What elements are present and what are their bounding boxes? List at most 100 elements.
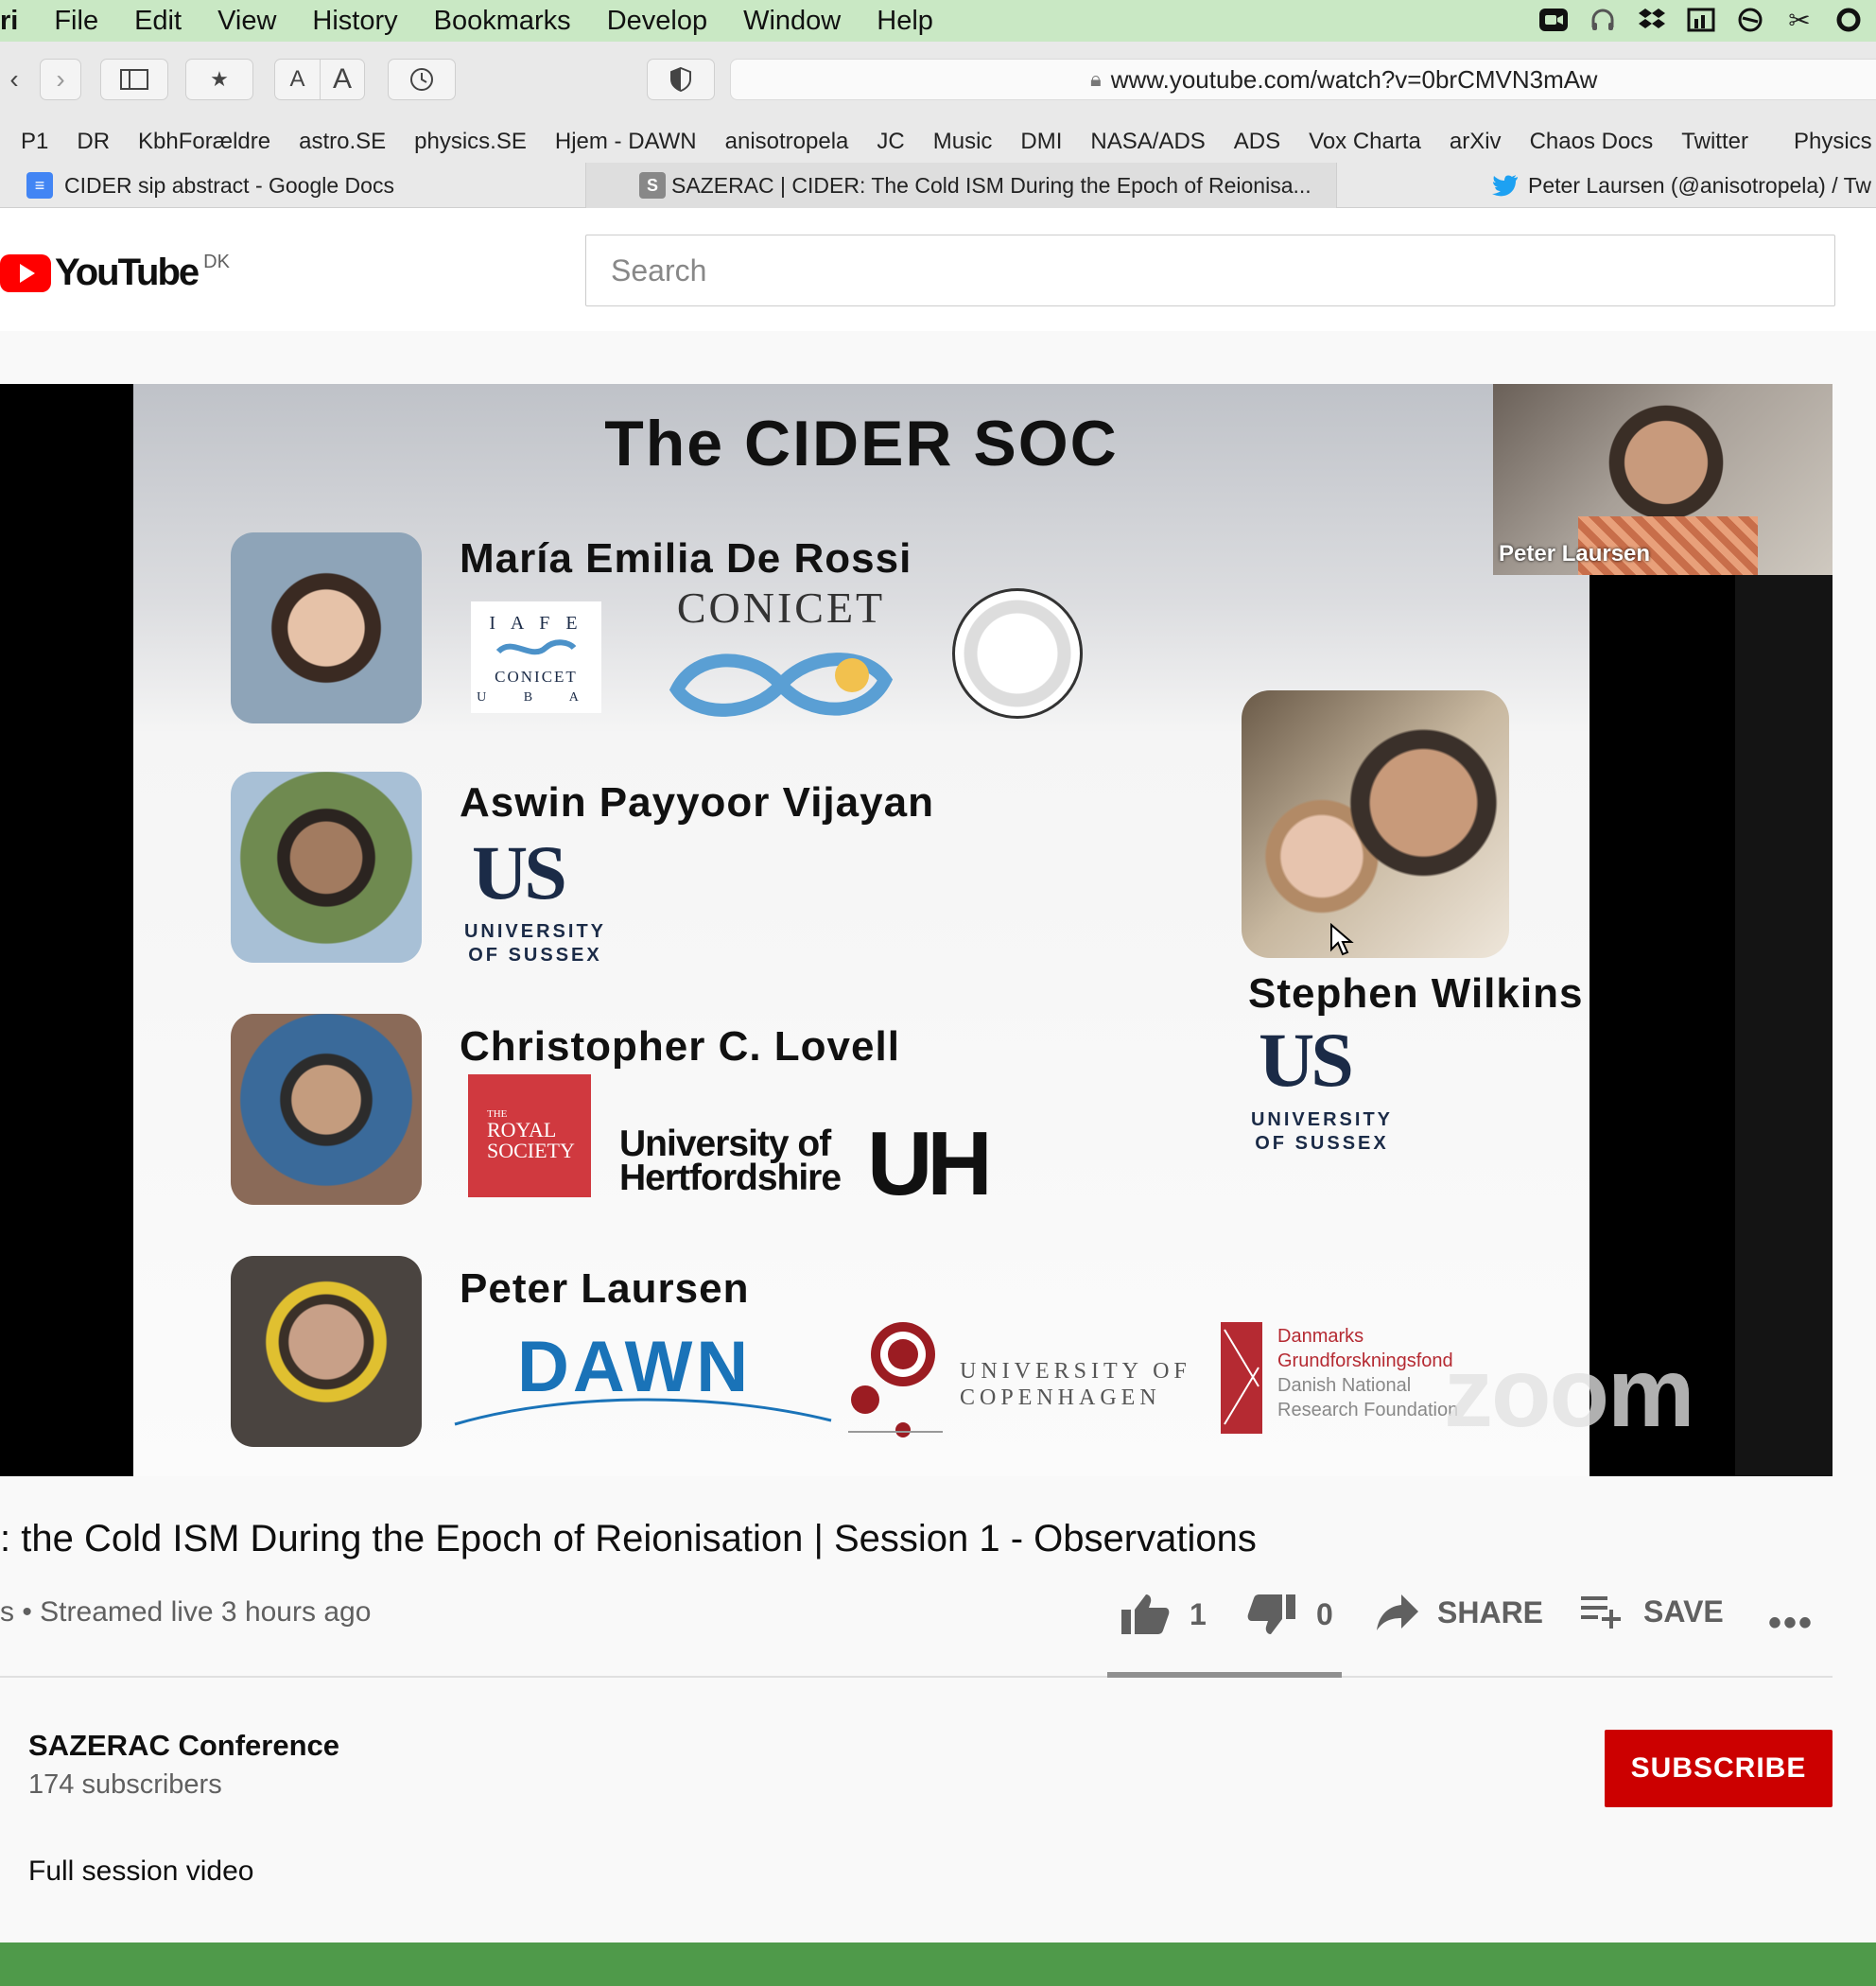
sidebar-button[interactable] [100,59,168,100]
zoom-status-icon[interactable] [1537,4,1570,36]
herts-line-2: Hertfordshire [619,1158,842,1198]
favorite-arxiv[interactable]: arXiv [1450,129,1502,155]
dislike-button[interactable]: 0 [1246,1593,1333,1636]
favorite-astro-se[interactable]: astro.SE [299,129,386,155]
dawn-arc-icon [454,1398,832,1426]
address-bar[interactable]: 🔒︎ www.youtube.com/watch?v=0brCMVN3mAw [730,59,1876,100]
favorite-kbhforaeldre[interactable]: KbhForældre [138,129,270,155]
clock-icon [410,68,433,91]
tab-google-docs[interactable]: ≡ CIDER sip abstract - Google Docs [0,163,586,208]
person-name: María Emilia De Rossi [460,535,912,582]
favorite-twitter[interactable]: Twitter [1681,129,1748,155]
favorite-dmi[interactable]: DMI [1020,129,1062,155]
no-entry-icon[interactable] [1734,4,1766,36]
text-smaller-button[interactable]: A [274,59,320,100]
tab-bar: ≡ CIDER sip abstract - Google Docs S SAZ… [0,163,1876,208]
chevron-left-icon: ‹ [9,64,19,94]
twitter-icon [1492,172,1519,199]
menu-window[interactable]: Window [743,6,841,37]
favorite-jc[interactable]: JC [877,129,904,155]
photo-christopher-c-lovell [231,1014,422,1205]
sync-icon[interactable] [1833,4,1865,36]
dropbox-icon[interactable] [1636,4,1668,36]
more-horizontal-icon: ••• [1768,1602,1815,1644]
more-actions-button[interactable]: ••• [1768,1602,1814,1645]
forward-button[interactable]: › [40,59,81,100]
menu-bookmarks[interactable]: Bookmarks [434,6,571,37]
sussex-logo-mark: US [472,829,567,915]
sussex-logo-mark: US [1259,1017,1354,1103]
like-button[interactable]: 1 [1120,1593,1207,1636]
tab-title: Peter Laursen (@anisotropela) / Tw [1528,172,1871,198]
browser-chrome: ‹ › ★ A A 🔒︎ www.youtube.com/watch?v=0br… [0,42,1876,208]
youtube-wordmark: YouTube [55,252,200,293]
conicet-infinity-icon [669,653,894,717]
history-button[interactable] [388,59,456,100]
tab-sazerac[interactable]: S SAZERAC | CIDER: The Cold ISM During t… [586,163,1337,208]
favorite-ads[interactable]: ADS [1234,129,1280,155]
sussex-line-1: UNIVERSITY [463,921,607,942]
like-count: 1 [1190,1596,1207,1631]
copenhagen-logo: UNIVERSITY OF COPENHAGEN [848,1320,1198,1438]
tab-twitter[interactable]: Peter Laursen (@anisotropela) / Tw [1337,163,1876,208]
save-button[interactable]: SAVE [1579,1593,1724,1630]
video-description: Full session video [28,1855,254,1887]
search-input[interactable]: Search [585,235,1835,306]
channel-name[interactable]: SAZERAC Conference [28,1729,339,1763]
subscribe-button[interactable]: SUBSCRIBE [1605,1730,1833,1807]
menu-help[interactable]: Help [877,6,933,37]
video-player[interactable]: The CIDER SOC María Emilia De Rossi I A … [0,384,1833,1476]
iafe-conicet-text: CONICET [495,668,578,686]
dnrf-line-1: Danmarks [1277,1326,1364,1347]
iafe-uba-text: U B A [477,690,596,705]
sussex-logo-text: UNIVERSITY OF SUSSEX [460,920,611,967]
text-larger-button[interactable]: A [320,59,365,100]
dnrf-line-3: Danish National [1277,1375,1412,1396]
thumbs-down-icon [1247,1594,1295,1634]
video-title: : the Cold ISM During the Epoch of Reion… [0,1518,1257,1559]
favorite-hjem-dawn[interactable]: Hjem - DAWN [555,129,697,155]
favorite-p1[interactable]: P1 [21,129,48,155]
share-button[interactable]: SHARE [1375,1593,1543,1632]
tab-title: SAZERAC | CIDER: The Cold ISM During the… [671,172,1311,198]
privacy-button[interactable] [647,59,715,100]
ucph-line-1: UNIVERSITY OF [960,1359,1191,1384]
favorite-dr[interactable]: DR [77,129,110,155]
menu-view[interactable]: View [217,6,276,37]
scissors-icon[interactable]: ✂ [1783,4,1815,36]
menu-history[interactable]: History [312,6,397,37]
activity-monitor-icon[interactable] [1685,4,1717,36]
google-docs-icon: ≡ [26,172,53,199]
headphones-icon[interactable] [1587,4,1619,36]
person-name: Christopher C. Lovell [460,1023,900,1070]
favorite-chaos-docs[interactable]: Chaos Docs [1530,129,1654,155]
youtube-logo[interactable]: YouTube DK [0,252,230,294]
royal-society-society: SOCIETY [487,1139,575,1162]
menu-edit[interactable]: Edit [134,6,182,37]
sussex-line-1: UNIVERSITY [1250,1109,1394,1130]
tab-title: CIDER sip abstract - Google Docs [64,172,394,198]
favorite-anisotropela[interactable]: anisotropela [725,129,849,155]
copenhagen-seal-icon [848,1322,943,1437]
photo-peter-laursen [231,1256,422,1447]
favorite-physics-se[interactable]: physics.SE [414,129,527,155]
search-placeholder: Search [611,253,707,287]
sussex-line-2: OF SUSSEX [1255,1133,1389,1154]
favorite-vox-charta[interactable]: Vox Charta [1309,129,1421,155]
favorite-nasa-ads[interactable]: NASA/ADS [1090,129,1205,155]
mouse-cursor-icon [1330,923,1354,956]
royal-society-royal: ROYAL [487,1118,557,1141]
back-button[interactable]: ‹ [0,59,28,100]
mac-menubar: ri File Edit View History Bookmarks Deve… [0,0,1876,42]
favorite-physics-folder[interactable]: Physics ⌄ [1777,129,1876,155]
screen: ri File Edit View History Bookmarks Deve… [0,0,1876,1986]
menu-file[interactable]: File [54,6,98,37]
shield-icon [670,66,691,93]
youtube-play-icon [0,253,51,292]
reader-button[interactable]: ★ [185,59,253,100]
favorite-music[interactable]: Music [933,129,993,155]
speaker-view: Peter Laursen [1493,384,1833,575]
menu-develop[interactable]: Develop [607,6,707,37]
sidebar-icon [120,69,148,90]
app-menu[interactable]: ri [0,6,18,37]
